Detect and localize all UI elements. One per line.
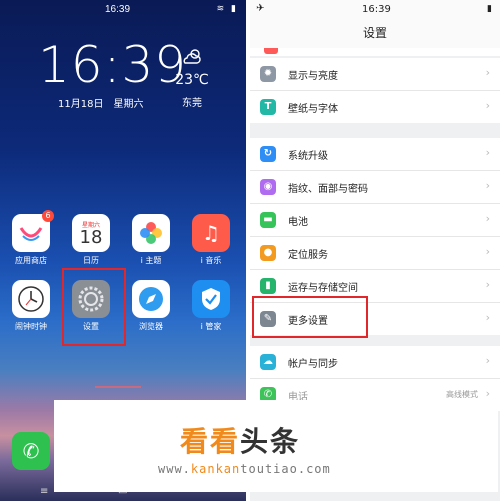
watermark-url-part2: kankan bbox=[190, 462, 241, 476]
settings-row-label: 壁纸与字体 bbox=[288, 104, 338, 115]
chevron-right-icon: › bbox=[485, 146, 490, 159]
chevron-right-icon: › bbox=[485, 99, 490, 112]
weather-city: 东莞 bbox=[182, 98, 202, 109]
settings-row-system-update[interactable]: ↻ 系统升级 › bbox=[250, 138, 500, 171]
watermark-title: 看看头条 bbox=[180, 420, 300, 460]
brightness-icon: ✹ bbox=[260, 66, 276, 82]
settings-row-account-sync[interactable]: ☁ 帐户与同步 › bbox=[250, 346, 500, 379]
nav-menu-icon[interactable]: ≡ bbox=[40, 486, 48, 497]
app-label: 浏览器 bbox=[139, 322, 163, 331]
home-status-bar: 16:39 ≋ ▮ bbox=[0, 0, 246, 18]
settings-row-fingerprint[interactable]: ◉ 指纹、面部与密码 › bbox=[250, 171, 500, 204]
app-calendar[interactable]: 星期六 18 日历 bbox=[68, 214, 114, 266]
phone-icon: ✆ bbox=[22, 439, 40, 463]
browser-compass-icon bbox=[132, 280, 170, 318]
app-store-icon: 6 bbox=[12, 210, 54, 252]
home-date-day: 11月18日 bbox=[58, 99, 104, 110]
dock-phone-app[interactable]: ✆ bbox=[12, 432, 50, 470]
account-sync-icon: ☁ bbox=[260, 354, 276, 370]
app-label: 日历 bbox=[83, 256, 99, 265]
watermark-url-part3: toutiao.com bbox=[240, 462, 331, 476]
settings-row-wallpaper-font[interactable]: T 壁纸与字体 › bbox=[250, 91, 500, 123]
app-label: 闹钟时钟 bbox=[15, 322, 47, 331]
battery-icon: ▬ bbox=[260, 212, 276, 228]
battery-status-icon: ▮ bbox=[487, 4, 492, 14]
settings-row-value: 高线模式 bbox=[446, 390, 478, 399]
settings-row-label: 系统升级 bbox=[288, 151, 328, 162]
settings-row-display-brightness[interactable]: ✹ 显示与亮度 › bbox=[250, 58, 500, 91]
settings-title: 设置 bbox=[250, 18, 500, 48]
app-store-badge: 6 bbox=[42, 210, 54, 222]
chevron-right-icon: › bbox=[485, 278, 490, 291]
wallpaper-font-icon: T bbox=[260, 99, 276, 115]
airplane-icon: ✈ bbox=[256, 3, 265, 14]
chevron-right-icon: › bbox=[485, 387, 490, 400]
watermark-url: www.kankantoutiao.com bbox=[158, 462, 331, 476]
fingerprint-icon: ◉ bbox=[260, 179, 276, 195]
home-clock: 16:39 bbox=[38, 36, 188, 94]
chevron-right-icon: › bbox=[485, 354, 490, 367]
weather-widget[interactable]: 23℃ 东莞 bbox=[172, 48, 212, 109]
app-store[interactable]: 6 应用商店 bbox=[8, 210, 54, 266]
storage-icon: ▮ bbox=[260, 278, 276, 294]
home-date: 11月18日 星期六 bbox=[58, 95, 153, 110]
watermark-banner: 看看头条 www.kankantoutiao.com bbox=[54, 400, 498, 492]
settings-status-bar: ✈ 16:39 ▮ bbox=[250, 0, 500, 18]
app-browser[interactable]: 浏览器 bbox=[128, 280, 174, 332]
cloud-sun-icon bbox=[172, 48, 212, 70]
system-update-icon: ↻ bbox=[260, 146, 276, 162]
location-icon: ● bbox=[260, 245, 276, 261]
weather-temperature: 23℃ bbox=[175, 72, 209, 88]
shield-check-icon bbox=[192, 280, 230, 318]
settings-row-label: 运存与存储空间 bbox=[288, 283, 358, 294]
settings-group-display: ✹ 显示与亮度 › T 壁纸与字体 › bbox=[250, 58, 500, 123]
chevron-right-icon: › bbox=[485, 66, 490, 79]
app-manager[interactable]: i 管家 bbox=[188, 280, 234, 332]
settings-row-label: 显示与亮度 bbox=[288, 71, 338, 82]
chevron-right-icon: › bbox=[485, 311, 490, 324]
app-label: i 管家 bbox=[200, 322, 222, 331]
settings-highlight-box bbox=[62, 268, 126, 346]
more-settings-highlight-box bbox=[252, 296, 368, 338]
settings-row-label: 电池 bbox=[288, 217, 308, 228]
clock-icon bbox=[12, 280, 50, 318]
settings-status-time: 16:39 bbox=[362, 4, 391, 15]
settings-row-label: 定位服务 bbox=[288, 250, 328, 261]
watermark-title-part1: 看看 bbox=[180, 425, 241, 458]
chevron-right-icon: › bbox=[485, 212, 490, 225]
app-themes[interactable]: i 主题 bbox=[128, 214, 174, 266]
calendar-icon: 星期六 18 bbox=[72, 214, 110, 252]
home-status-icons: ≋ ▮ bbox=[216, 4, 238, 14]
music-icon: ♫ bbox=[192, 214, 230, 252]
home-date-weekday: 星期六 bbox=[113, 99, 144, 110]
home-status-time: 16:39 bbox=[105, 4, 131, 15]
watermark-url-part1: www. bbox=[158, 462, 191, 476]
themes-icon bbox=[132, 214, 170, 252]
calendar-icon-day: 18 bbox=[79, 226, 103, 248]
chevron-right-icon: › bbox=[485, 245, 490, 258]
previous-row-strip bbox=[250, 48, 500, 56]
app-label: 应用商店 bbox=[15, 256, 47, 265]
app-label: i 音乐 bbox=[200, 256, 222, 265]
settings-row-label: 指纹、面部与密码 bbox=[288, 184, 368, 195]
app-clock[interactable]: 闹钟时钟 bbox=[8, 280, 54, 332]
app-music[interactable]: ♫ i 音乐 bbox=[188, 214, 234, 266]
app-label: i 主题 bbox=[140, 256, 162, 265]
watermark-title-part2: 头条 bbox=[240, 425, 301, 458]
settings-row-location[interactable]: ● 定位服务 › bbox=[250, 237, 500, 270]
chevron-right-icon: › bbox=[485, 179, 490, 192]
settings-row-label: 帐户与同步 bbox=[288, 359, 338, 370]
settings-row-battery[interactable]: ▬ 电池 › bbox=[250, 204, 500, 237]
